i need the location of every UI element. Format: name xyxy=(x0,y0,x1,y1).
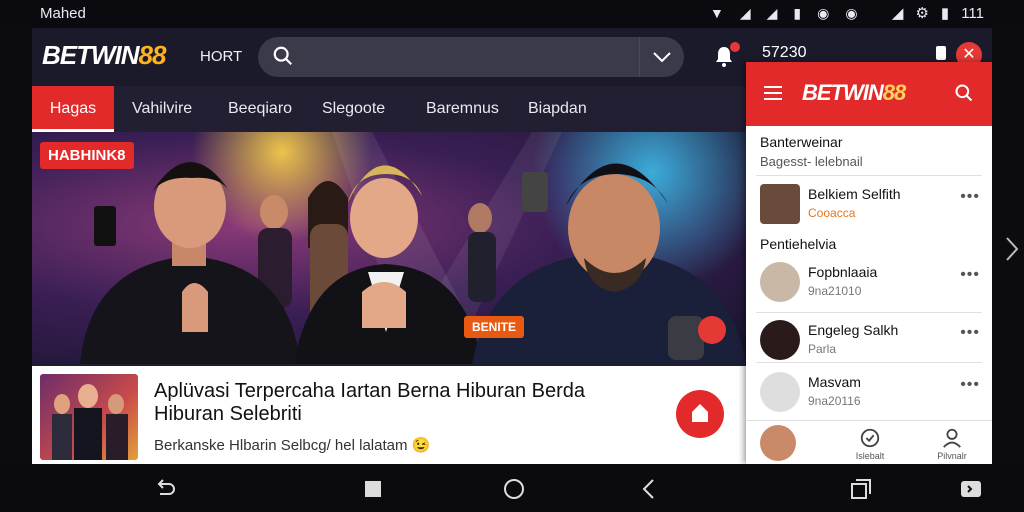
hero-sticker: BENITE xyxy=(464,316,525,338)
divider xyxy=(756,175,982,176)
user-icon xyxy=(943,428,961,448)
back-arrow-icon[interactable] xyxy=(638,478,660,500)
app-window: BETWIN88 HORT 57230 ✕ Hagas Vahilvire Be… xyxy=(32,28,992,464)
signal-icon: ◢ xyxy=(739,5,751,21)
list-item[interactable]: Masvam 9na20116 ••• xyxy=(746,366,992,420)
section-subtitle: Bagesst- lelebnail xyxy=(760,154,863,169)
nav-label: Islebalt xyxy=(855,451,885,461)
menu-icon[interactable] xyxy=(764,86,782,100)
item-name: Belkiem Selfith xyxy=(808,186,901,202)
tab-vahilvire[interactable]: Vahilvire xyxy=(132,86,192,132)
status-time: 111 xyxy=(961,4,984,22)
battery-icon: ▮ xyxy=(940,5,950,22)
item-meta: Parla xyxy=(808,342,837,356)
back-icon[interactable] xyxy=(154,478,176,500)
article-thumbnail[interactable] xyxy=(40,374,138,460)
panel-logo-main: BETWIN xyxy=(802,80,884,105)
chevron-icon xyxy=(653,52,671,63)
shield-icon xyxy=(860,428,880,448)
status-icons: ▼ ◢ ◢ ▮ ◉ ◉ xyxy=(710,5,858,22)
list-item[interactable]: Belkiem Selfith Cooacca ••• xyxy=(746,178,992,232)
logo-main: BETWIN xyxy=(42,40,140,70)
more-icon[interactable]: ••• xyxy=(960,188,980,206)
screen-mirror-icon[interactable] xyxy=(960,478,982,500)
article-subtitle: Berkanske Hlbarin Selbcg/ hel lalatam 😉 xyxy=(154,437,431,454)
article-title[interactable]: Aplüvasi Terpercaha Iartan Berna Hiburan… xyxy=(154,380,624,426)
notification-badge xyxy=(730,42,740,52)
home-button[interactable] xyxy=(676,390,724,438)
list-item[interactable]: Engeleg Salkh Parla ••• xyxy=(746,314,992,368)
panel-logo: BETWIN88 xyxy=(802,80,907,106)
voice-search-button[interactable] xyxy=(639,37,684,77)
system-nav-bar xyxy=(0,464,1024,512)
nav-item[interactable]: Pilvnalr xyxy=(922,427,982,461)
search-icon[interactable] xyxy=(954,83,974,103)
section-title: Banterweinar xyxy=(760,134,843,150)
tab-slegoote[interactable]: Slegoote xyxy=(322,86,385,132)
home-icon xyxy=(692,404,708,422)
signal-icon: ◢ xyxy=(891,5,904,22)
status-carrier: Mahed xyxy=(40,5,86,22)
side-panel: BETWIN88 Banterweinar Bagesst- lelebnail… xyxy=(746,62,992,464)
item-name: Engeleg Salkh xyxy=(808,322,899,338)
hero-illustration xyxy=(80,132,746,364)
tab-beeqiaro[interactable]: Beeqiaro xyxy=(228,86,292,132)
status-bar: Mahed ▼ ◢ ◢ ▮ ◉ ◉ ◢ ⚙ ▮ 111 xyxy=(0,0,1024,28)
home-icon[interactable] xyxy=(503,478,525,500)
hero-banner[interactable]: HABHINK8 BENITE xyxy=(32,132,746,364)
stop-icon[interactable] xyxy=(362,478,384,500)
item-name: Masvam xyxy=(808,374,861,390)
battery-icon: ▮ xyxy=(793,5,802,21)
avatar[interactable] xyxy=(760,425,796,461)
divider xyxy=(756,362,982,363)
alarm-icon: ◉ xyxy=(817,5,830,21)
status-right: ◢ ⚙ ▮ 111 xyxy=(891,4,984,23)
signal-icon: ◢ xyxy=(766,5,778,21)
panel-logo-accent: 88 xyxy=(882,80,907,105)
avatar xyxy=(760,372,800,412)
avatar xyxy=(760,262,800,302)
panel-header: BETWIN88 xyxy=(746,62,992,126)
wifi-icon: ▼ xyxy=(710,5,724,21)
category-tabs: Hagas Vahilvire Beeqiaro Slegoote Baremn… xyxy=(32,86,746,132)
search-icon xyxy=(273,46,293,66)
nav-label: Pilvnalr xyxy=(937,451,967,461)
search-input[interactable] xyxy=(258,37,684,77)
list-item[interactable]: Fopbnlaaia 9na21010 ••• xyxy=(746,256,992,310)
wallet-icon[interactable] xyxy=(936,46,946,60)
settings-icon: ⚙ xyxy=(915,5,929,22)
more-icon[interactable]: ••• xyxy=(960,376,980,394)
thumbnail-image xyxy=(52,384,128,460)
avatar xyxy=(760,320,800,360)
more-icon[interactable]: ••• xyxy=(960,266,980,284)
article-card[interactable]: Aplüvasi Terpercaha Iartan Berna Hiburan… xyxy=(32,366,746,464)
tab-hagas[interactable]: Hagas xyxy=(32,86,114,132)
hort-link[interactable]: HORT xyxy=(200,48,242,65)
avatar xyxy=(760,184,800,224)
item-name: Fopbnlaaia xyxy=(808,264,878,280)
tab-biapdan[interactable]: Biapdan xyxy=(528,86,587,132)
hero-badge: HABHINK8 xyxy=(40,142,134,169)
play-button[interactable] xyxy=(698,316,726,344)
nav-item[interactable]: Islebalt xyxy=(840,427,900,461)
sync-icon: ◉ xyxy=(845,5,858,21)
panel-bottom-nav: Islebalt Pilvnalr xyxy=(746,420,992,464)
item-meta: 9na21010 xyxy=(808,284,862,298)
divider xyxy=(756,312,982,313)
brand-logo[interactable]: BETWIN88 xyxy=(42,40,167,71)
item-meta: Cooacca xyxy=(808,206,856,220)
chevron-right-icon[interactable] xyxy=(1004,236,1020,262)
tab-baremnus[interactable]: Baremnus xyxy=(426,86,499,132)
section-title: Pentiehelvia xyxy=(760,236,837,252)
recents-icon[interactable] xyxy=(850,478,872,500)
balance-display: 57230 xyxy=(762,44,807,61)
logo-accent: 88 xyxy=(138,40,167,70)
item-meta: 9na20116 xyxy=(808,394,861,408)
more-icon[interactable]: ••• xyxy=(960,324,980,342)
